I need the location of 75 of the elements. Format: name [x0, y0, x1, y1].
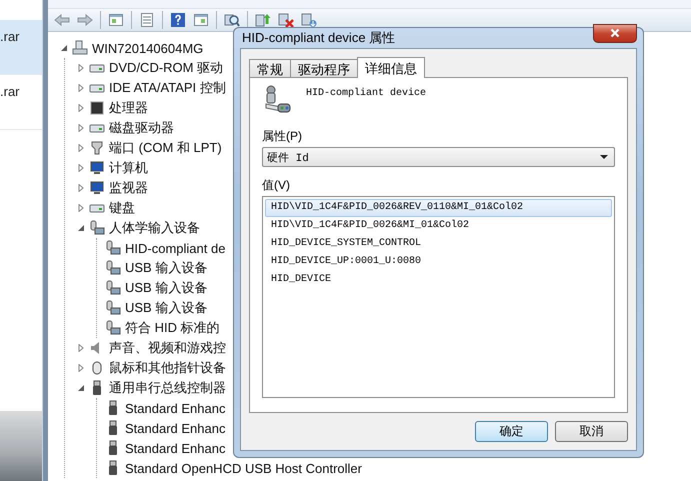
tree-item[interactable]: 声音、视频和游戏控 — [109, 339, 226, 357]
chip-icon — [89, 100, 105, 116]
list-icon[interactable] — [139, 12, 155, 28]
tab[interactable]: 驱动程序 — [290, 59, 358, 77]
hid-device-icon — [105, 280, 121, 296]
disable-icon[interactable] — [278, 12, 294, 28]
collapsed-triangle-icon[interactable] — [77, 64, 85, 72]
ok-button[interactable]: 确定 — [475, 421, 548, 442]
file-row[interactable]: .rar — [0, 20, 42, 75]
tree-item[interactable]: Standard Enhanc — [125, 440, 226, 456]
value-item[interactable]: HID\VID_1C4F&PID_0026&REV_0110&MI_01&Col02 — [265, 199, 612, 217]
hid-device-icon — [89, 220, 105, 236]
tree-item[interactable]: 符合 HID 标准的 — [125, 319, 220, 337]
property-dropdown[interactable]: 硬件 Id — [262, 147, 615, 167]
monitor-icon — [89, 180, 105, 196]
tree-item[interactable]: Standard OpenHCD USB Host Controller — [125, 460, 362, 476]
collapsed-triangle-icon[interactable] — [77, 204, 85, 212]
window-icon[interactable] — [108, 12, 124, 28]
expanded-triangle-icon[interactable] — [77, 384, 85, 392]
tree-item[interactable]: IDE ATA/ATAPI 控制 — [109, 79, 226, 97]
value-item[interactable]: HID_DEVICE — [265, 271, 612, 289]
tab[interactable]: 常规 — [249, 59, 291, 77]
tree-item[interactable]: 键盘 — [109, 199, 135, 217]
tree-item[interactable]: 人体学输入设备 — [109, 219, 200, 237]
tree-item[interactable]: 处理器 — [109, 99, 148, 117]
tree-item[interactable]: 鼠标和其他指针设备 — [109, 359, 226, 377]
expanded-triangle-icon[interactable] — [77, 224, 85, 232]
update-icon[interactable] — [255, 12, 271, 28]
cancel-button[interactable]: 取消 — [555, 421, 628, 442]
tree-item[interactable]: Standard Enhanc — [125, 420, 226, 436]
value-label: 值(V) — [262, 177, 291, 194]
collapsed-triangle-icon[interactable] — [77, 84, 85, 92]
collapsed-triangle-icon[interactable] — [77, 164, 85, 172]
expanded-triangle-icon[interactable] — [60, 44, 68, 52]
back-arrow-icon[interactable] — [54, 12, 70, 28]
value-item[interactable]: HID_DEVICE_UP:0001_U:0080 — [265, 253, 612, 271]
tree-item[interactable]: WIN720140604MG — [92, 40, 204, 56]
tree-item[interactable]: 端口 (COM 和 LPT) — [109, 139, 222, 157]
hid-device-icon — [105, 320, 121, 336]
tree-item[interactable]: HID-compliant de — [125, 240, 226, 256]
collapsed-triangle-icon[interactable] — [77, 344, 85, 352]
value-item[interactable]: HID\VID_1C4F&PID_0026&MI_01&Col02 — [265, 217, 612, 235]
tree-item[interactable]: 计算机 — [109, 159, 148, 177]
tree-item[interactable]: 监视器 — [109, 179, 148, 197]
help-icon[interactable] — [170, 12, 186, 28]
forward-arrow-icon[interactable] — [77, 12, 93, 28]
tree-item[interactable]: USB 输入设备 — [125, 279, 208, 297]
file-row[interactable]: .rar — [0, 75, 42, 130]
property-label: 属性(P) — [262, 128, 303, 145]
tree-item[interactable]: DVD/CD-ROM 驱动 — [109, 59, 224, 77]
hid-device-icon — [105, 240, 121, 256]
caret-icon — [600, 155, 608, 159]
computer-icon — [72, 40, 88, 56]
collapsed-triangle-icon[interactable] — [77, 184, 85, 192]
collapsed-triangle-icon[interactable] — [77, 104, 85, 112]
value-item[interactable]: HID_DEVICE_SYSTEM_CONTROL — [265, 235, 612, 253]
tree-item[interactable]: 通用串行总线控制器 — [109, 379, 226, 397]
window-icon[interactable] — [193, 12, 209, 28]
tree-item[interactable]: USB 输入设备 — [125, 299, 208, 317]
close-button[interactable] — [593, 24, 637, 42]
tree-item[interactable]: 磁盘驱动器 — [109, 119, 174, 137]
tree-item[interactable]: USB 输入设备 — [125, 259, 208, 277]
collapsed-triangle-icon[interactable] — [77, 144, 85, 152]
uninstall-icon[interactable] — [301, 12, 317, 28]
hid-device-icon — [105, 300, 121, 316]
dialog-title: HID-compliant device 属性 — [241, 29, 396, 47]
close-icon — [610, 28, 620, 38]
computer-icon — [89, 160, 105, 176]
scan-icon[interactable] — [224, 12, 240, 28]
tab[interactable]: 详细信息 — [357, 57, 425, 78]
hid-device-icon — [105, 260, 121, 276]
tree-item[interactable]: Standard Enhanc — [125, 400, 226, 416]
device-name: HID-compliant device — [306, 86, 426, 99]
collapsed-triangle-icon[interactable] — [77, 124, 85, 132]
collapsed-triangle-icon[interactable] — [77, 364, 85, 372]
